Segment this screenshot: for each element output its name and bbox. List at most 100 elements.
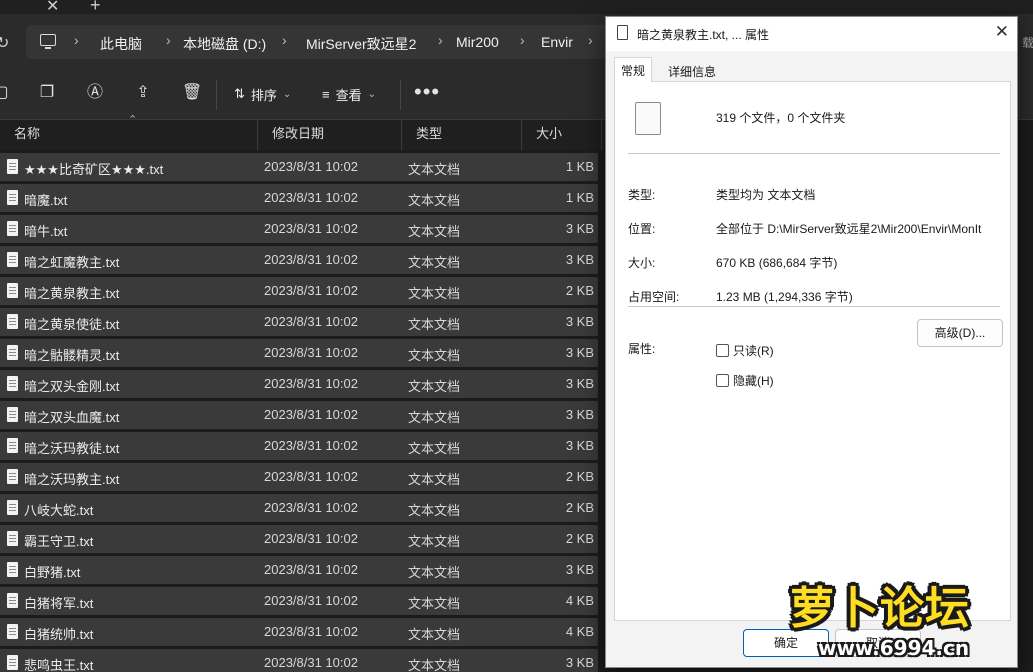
chevron-right-icon[interactable]: › <box>588 32 593 48</box>
advanced-button[interactable]: 高级(D)... <box>917 319 1003 347</box>
column-type[interactable]: 类型 <box>402 120 522 150</box>
file-size: 3 KB <box>565 314 594 329</box>
file-name: 暗之骷髅精灵.txt <box>24 348 120 363</box>
hidden-label: 隐藏(H) <box>733 374 774 388</box>
rename-icon[interactable]: Ⓐ <box>86 84 104 102</box>
list-item[interactable]: 暗之双头金刚.txt 2023/8/31 10:02 文本文档 3 KB <box>0 369 600 400</box>
list-item[interactable]: 暗之骷髅精灵.txt 2023/8/31 10:02 文本文档 3 KB <box>0 338 600 369</box>
list-item[interactable]: 白猪将军.txt 2023/8/31 10:02 文本文档 4 KB <box>0 586 600 617</box>
file-type: 文本文档 <box>408 317 461 332</box>
file-type: 文本文档 <box>408 286 461 301</box>
close-icon[interactable]: ✕ <box>995 22 1009 42</box>
file-type: 文本文档 <box>408 348 461 363</box>
file-type: 文本文档 <box>408 658 461 672</box>
size-label: 大小: <box>628 256 656 270</box>
chevron-right-icon[interactable]: › <box>166 32 171 48</box>
attributes-label: 属性: <box>628 342 656 356</box>
file-date: 2023/8/31 10:02 <box>264 252 358 267</box>
file-date: 2023/8/31 10:02 <box>264 159 358 174</box>
list-item[interactable]: 暗之黄泉使徒.txt 2023/8/31 10:02 文本文档 3 KB <box>0 307 600 338</box>
sort-button[interactable]: ⇅ 排序 ⌄ <box>234 83 291 105</box>
column-date[interactable]: 修改日期 <box>258 120 402 150</box>
text-file-icon <box>7 221 18 236</box>
list-item[interactable]: 八岐大蛇.txt 2023/8/31 10:02 文本文档 2 KB <box>0 493 600 524</box>
file-date: 2023/8/31 10:02 <box>264 500 358 515</box>
list-item[interactable]: 暗之沃玛教主.txt 2023/8/31 10:02 文本文档 2 KB <box>0 462 600 493</box>
view-label: 查看 <box>335 87 362 103</box>
more-options-icon[interactable]: ••• <box>414 79 440 105</box>
text-file-icon <box>7 407 18 422</box>
file-type: 文本文档 <box>408 379 461 394</box>
text-file-icon <box>7 500 18 515</box>
list-item[interactable]: ★★★比奇矿区★★★.txt 2023/8/31 10:02 文本文档 1 KB <box>0 152 600 183</box>
file-type: 文本文档 <box>408 596 461 611</box>
text-file-icon <box>7 252 18 267</box>
file-date: 2023/8/31 10:02 <box>264 221 358 236</box>
file-type: 文本文档 <box>408 410 461 425</box>
file-type: 文本文档 <box>408 441 461 456</box>
list-item[interactable]: 暗之沃玛教徒.txt 2023/8/31 10:02 文本文档 3 KB <box>0 431 600 462</box>
tab-general[interactable]: 常规 <box>614 57 653 82</box>
file-type: 文本文档 <box>408 193 461 208</box>
list-item[interactable]: 霸王守卫.txt 2023/8/31 10:02 文本文档 2 KB <box>0 524 600 555</box>
file-name: 白野猪.txt <box>24 565 81 580</box>
file-type: 文本文档 <box>408 224 461 239</box>
file-date: 2023/8/31 10:02 <box>264 376 358 391</box>
refresh-icon[interactable]: ↻ <box>0 33 9 53</box>
list-item[interactable]: 暗牛.txt 2023/8/31 10:02 文本文档 3 KB <box>0 214 600 245</box>
breadcrumb-envir[interactable]: Envir <box>541 34 573 50</box>
view-button[interactable]: ≡ 查看 ⌄ <box>322 83 376 105</box>
file-size: 3 KB <box>565 438 594 453</box>
cut-icon[interactable]: ▢ <box>0 84 10 102</box>
file-name: 暗魔.txt <box>24 193 68 208</box>
location-value: 全部位于 D:\MirServer致远星2\Mir200\Envir\MonIt <box>716 222 982 236</box>
text-file-icon <box>7 469 18 484</box>
file-date: 2023/8/31 10:02 <box>264 624 358 639</box>
text-file-icon <box>7 531 18 546</box>
file-size: 2 KB <box>565 469 594 484</box>
view-icon: ≡ <box>322 86 330 102</box>
column-size[interactable]: 大小 <box>522 120 602 150</box>
tab-details[interactable]: 详细信息 <box>662 59 722 81</box>
general-panel: 319 个文件，0 个文件夹 类型: 类型均为 文本文档 位置: 全部位于 D:… <box>614 81 1011 621</box>
list-item[interactable]: 暗之双头血魔.txt 2023/8/31 10:02 文本文档 3 KB <box>0 400 600 431</box>
file-list: ★★★比奇矿区★★★.txt 2023/8/31 10:02 文本文档 1 KB 暗魔.… <box>0 152 600 672</box>
list-item[interactable]: 暗之黄泉教主.txt 2023/8/31 10:02 文本文档 2 KB <box>0 276 600 307</box>
breadcrumb-this-pc[interactable]: 此电脑 <box>100 34 142 54</box>
readonly-checkbox[interactable]: 只读(R) <box>716 342 774 359</box>
list-item[interactable]: 白野猪.txt 2023/8/31 10:02 文本文档 3 KB <box>0 555 600 586</box>
download-label: 载 <box>1022 36 1033 50</box>
list-item[interactable]: 悲鸣虫王.txt 2023/8/31 10:02 文本文档 3 KB <box>0 648 600 672</box>
file-date: 2023/8/31 10:02 <box>264 655 358 670</box>
file-name: 暗之黄泉使徒.txt <box>24 317 120 332</box>
delete-icon[interactable]: 🗑 <box>182 84 202 102</box>
list-item[interactable]: 暗魔.txt 2023/8/31 10:02 文本文档 1 KB <box>0 183 600 214</box>
chevron-right-icon[interactable]: › <box>520 32 525 48</box>
list-item[interactable]: 白猪统帅.txt 2023/8/31 10:02 文本文档 4 KB <box>0 617 600 648</box>
readonly-label: 只读(R) <box>733 344 774 358</box>
file-name: 暗之虹魔教主.txt <box>24 255 120 270</box>
hidden-checkbox[interactable]: 隐藏(H) <box>716 372 774 389</box>
chevron-right-icon[interactable]: › <box>74 32 79 48</box>
share-icon[interactable]: ⇪ <box>134 84 152 102</box>
file-type: 文本文档 <box>408 503 461 518</box>
list-item[interactable]: 暗之虹魔教主.txt 2023/8/31 10:02 文本文档 3 KB <box>0 245 600 276</box>
file-name: 暗之沃玛教主.txt <box>24 472 120 487</box>
file-size: 3 KB <box>565 655 594 670</box>
copy-icon[interactable]: ❐ <box>38 84 56 102</box>
file-size: 2 KB <box>565 531 594 546</box>
breadcrumb-mir200[interactable]: Mir200 <box>456 34 499 50</box>
column-name[interactable]: 名称 <box>0 120 258 150</box>
breadcrumb-mirserver[interactable]: MirServer致远星2 <box>306 34 416 54</box>
chevron-right-icon[interactable]: › <box>438 32 443 48</box>
properties-dialog: 暗之黄泉教主.txt, ... 属性 ✕ 常规 详细信息 319 个文件，0 个… <box>605 16 1018 668</box>
file-name: 暗之沃玛教徒.txt <box>24 441 120 456</box>
dialog-title: 暗之黄泉教主.txt, ... 属性 <box>637 28 770 42</box>
column-header: ⌃ 名称 修改日期 类型 大小 <box>0 114 610 150</box>
breadcrumb-drive-d[interactable]: 本地磁盘 (D:) <box>183 34 266 54</box>
checkbox-box[interactable] <box>716 344 729 357</box>
size-value: 670 KB (686,684 字节) <box>716 256 838 270</box>
checkbox-box[interactable] <box>716 374 729 387</box>
file-date: 2023/8/31 10:02 <box>264 469 358 484</box>
chevron-right-icon[interactable]: › <box>282 32 287 48</box>
